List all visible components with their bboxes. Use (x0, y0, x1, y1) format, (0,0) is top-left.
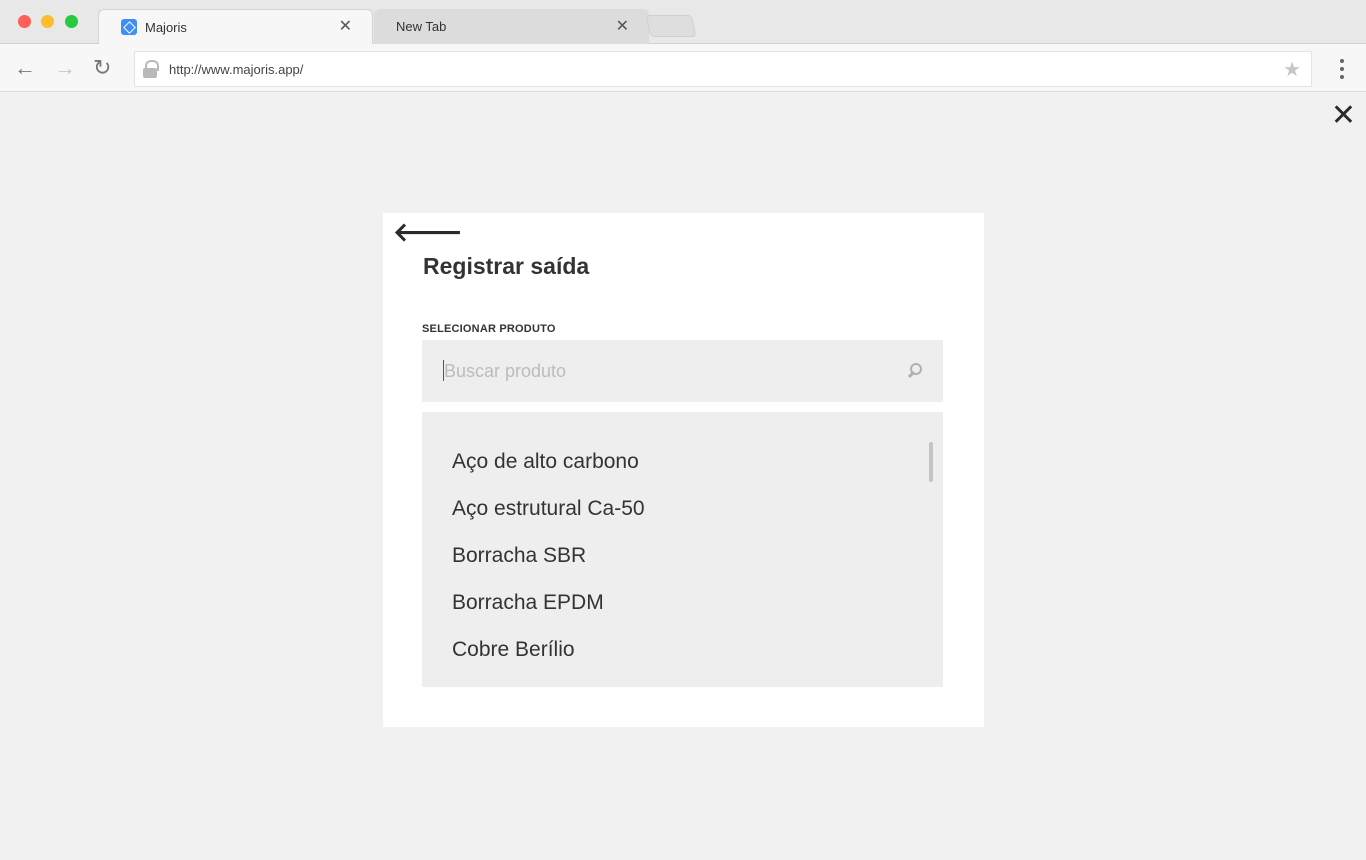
select-product-label: SELECIONAR PRODUTO (422, 323, 556, 335)
back-arrow-icon[interactable]: ← (14, 56, 36, 80)
tab-new-tab[interactable]: New Tab ✕ (374, 9, 649, 44)
product-search (422, 340, 943, 402)
browser-menu-icon[interactable] (1340, 59, 1344, 79)
new-tab-button[interactable] (645, 15, 697, 37)
page: ✕ 🡐 Registrar saída SELECIONAR PRODUTO A… (0, 93, 1366, 860)
tab-majoris[interactable]: Majoris ✕ (98, 9, 373, 44)
text-caret (443, 360, 444, 381)
forward-arrow-icon[interactable]: → (54, 56, 76, 80)
list-item[interactable]: Borracha EPDM (422, 579, 943, 626)
list-item[interactable]: Borracha SBR (422, 532, 943, 579)
tab-title: New Tab (396, 19, 447, 34)
url-text[interactable]: http://www.majoris.app/ (169, 62, 1283, 77)
majoris-favicon-icon (121, 19, 137, 35)
lock-icon (143, 60, 159, 78)
window-maximize-button[interactable] (65, 15, 78, 28)
list-item[interactable]: Cobre Berílio (422, 626, 943, 673)
window-minimize-button[interactable] (41, 15, 54, 28)
bookmark-star-icon[interactable]: ★ (1283, 57, 1301, 82)
browser-tab-bar: Majoris ✕ New Tab ✕ (0, 0, 1366, 44)
tab-close-icon[interactable]: ✕ (616, 18, 629, 35)
list-item[interactable]: Aço de alto carbono (422, 438, 943, 485)
register-exit-card: 🡐 Registrar saída SELECIONAR PRODUTO Aço… (383, 213, 984, 727)
product-list: Aço de alto carbono Aço estrutural Ca-50… (422, 412, 943, 687)
tab-close-icon[interactable]: ✕ (339, 19, 352, 35)
reload-icon[interactable]: ↻ (93, 56, 111, 80)
browser-toolbar: ← → ↻ http://www.majoris.app/ ★ (0, 44, 1366, 92)
window-close-button[interactable] (18, 15, 31, 28)
tab-title: Majoris (145, 19, 187, 35)
page-title: Registrar saída (423, 253, 590, 279)
arrow-left-icon[interactable]: 🡐 (393, 219, 463, 245)
list-scrollbar[interactable] (929, 442, 933, 482)
address-bar[interactable]: http://www.majoris.app/ ★ (134, 51, 1312, 87)
list-item[interactable]: Aço estrutural Ca-50 (422, 485, 943, 532)
close-icon[interactable]: ✕ (1331, 101, 1356, 131)
search-icon[interactable] (905, 362, 923, 380)
search-input[interactable] (422, 340, 905, 402)
